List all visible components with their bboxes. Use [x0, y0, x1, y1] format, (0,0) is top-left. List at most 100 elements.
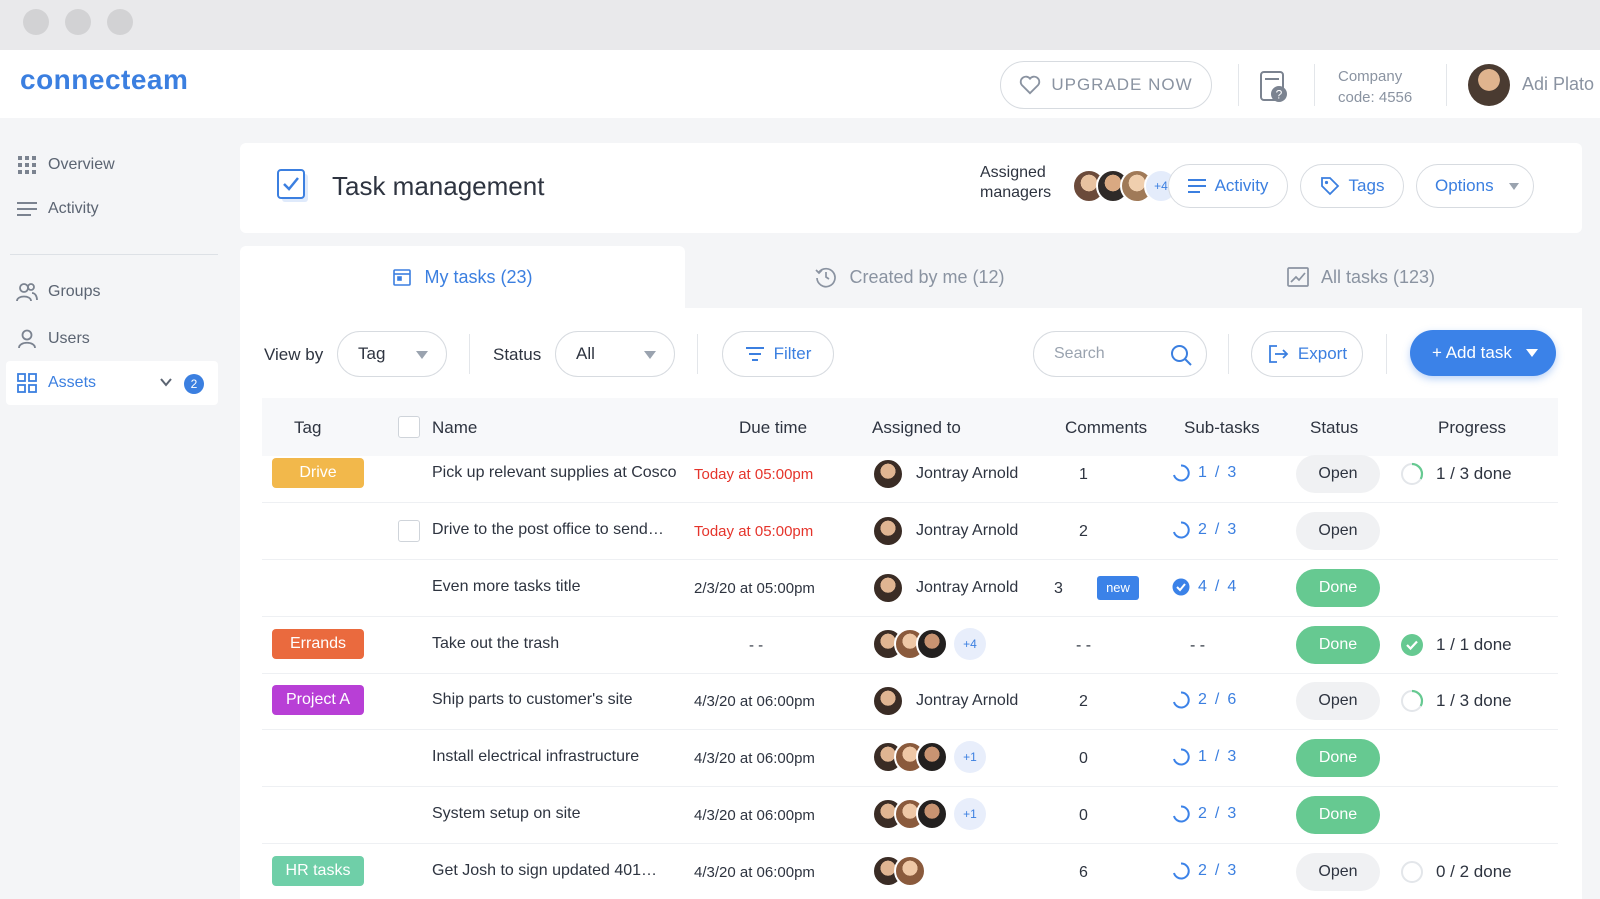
check-circle-icon: [1172, 578, 1190, 596]
tab-created-by-me[interactable]: Created by me (12): [690, 246, 1130, 308]
task-name[interactable]: Drive to the post office to send…: [432, 521, 664, 539]
toolbar-divider: [469, 334, 470, 374]
comments-count[interactable]: - -: [1076, 637, 1091, 655]
status-badge[interactable]: Done: [1296, 569, 1380, 607]
assets-icon: [16, 372, 38, 394]
chevron-down-icon[interactable]: [157, 373, 175, 391]
comments-count[interactable]: 1: [1079, 466, 1088, 484]
subtasks-count[interactable]: 1 / 3: [1172, 748, 1236, 766]
column-name[interactable]: Name: [432, 418, 477, 438]
column-assigned-to[interactable]: Assigned to: [872, 418, 961, 438]
caret-down-icon[interactable]: [1526, 349, 1538, 357]
progress-label: 1 / 3 done: [1436, 691, 1512, 710]
tag-badge[interactable]: Drive: [272, 458, 364, 488]
assignee[interactable]: Jontray Arnold: [872, 458, 1018, 490]
comments-count[interactable]: 2: [1079, 523, 1088, 541]
sidebar-item-overview[interactable]: Overview: [6, 143, 218, 187]
task-name[interactable]: System setup on site: [432, 805, 581, 823]
comments-count[interactable]: 6: [1079, 864, 1088, 882]
tag-badge[interactable]: Errands: [272, 629, 364, 659]
assignee-name: Jontray Arnold: [916, 692, 1019, 709]
activity-button[interactable]: Activity: [1168, 164, 1288, 208]
user-avatar[interactable]: [1468, 64, 1510, 106]
window-maximize-button[interactable]: [107, 9, 133, 35]
add-task-button[interactable]: + Add task: [1410, 330, 1556, 376]
user-name[interactable]: Adi Plato: [1522, 74, 1594, 95]
options-dropdown[interactable]: Options: [1416, 164, 1534, 208]
task-name[interactable]: Pick up relevant supplies at Cosco: [432, 464, 677, 482]
tag-badge[interactable]: HR tasks: [272, 856, 364, 886]
select-all-checkbox[interactable]: [398, 416, 420, 438]
table-row[interactable]: Even more tasks title 2/3/20 at 05:00pm Jo…: [262, 560, 1558, 617]
window-minimize-button[interactable]: [65, 9, 91, 35]
comments-count[interactable]: 3: [1054, 580, 1063, 598]
sidebar-item-groups[interactable]: Groups: [6, 270, 218, 314]
calendar-icon: [393, 269, 412, 286]
help-center-icon[interactable]: ?: [1259, 70, 1289, 104]
tab-my-tasks[interactable]: My tasks (23): [240, 246, 685, 308]
tag-badge[interactable]: Project A: [272, 685, 364, 715]
subtasks-count[interactable]: 2 / 3: [1172, 805, 1236, 823]
task-name[interactable]: Ship parts to customer's site: [432, 691, 632, 709]
more-assignees-chip[interactable]: +1: [954, 798, 986, 830]
app-logo[interactable]: connecteam: [20, 64, 188, 96]
status-badge[interactable]: Open: [1296, 853, 1380, 891]
search-icon[interactable]: [1170, 344, 1192, 366]
task-name[interactable]: Get Josh to sign updated 401…: [432, 862, 657, 880]
column-progress[interactable]: Progress: [1438, 418, 1506, 438]
table-row[interactable]: Drive Pick up relevant supplies at Cosco T…: [262, 446, 1558, 503]
tags-button[interactable]: Tags: [1300, 164, 1404, 208]
table-row[interactable]: HR tasks Get Josh to sign updated 401… 4/3…: [262, 844, 1558, 899]
comments-count[interactable]: 0: [1079, 807, 1088, 825]
subtasks-count[interactable]: 2 / 6: [1172, 691, 1236, 709]
table-row[interactable]: System setup on site 4/3/20 at 06:00pm +1 0…: [262, 787, 1558, 844]
filter-button[interactable]: Filter: [722, 331, 834, 377]
tab-all-tasks[interactable]: All tasks (123): [1140, 246, 1582, 308]
table-row[interactable]: Install electrical infrastructure 4/3/20 …: [262, 730, 1558, 787]
subtasks-count[interactable]: 1 / 3: [1172, 464, 1236, 482]
status-badge[interactable]: Open: [1296, 455, 1380, 493]
column-sub-tasks[interactable]: Sub-tasks: [1184, 418, 1260, 438]
sidebar-item-activity[interactable]: Activity: [6, 187, 218, 231]
sidebar-item-users[interactable]: Users: [6, 317, 218, 361]
task-name[interactable]: Take out the trash: [432, 635, 559, 653]
assignee[interactable]: Jontray Arnold: [872, 515, 1018, 547]
comments-count[interactable]: 0: [1079, 750, 1088, 768]
assignee-group[interactable]: +1: [872, 741, 986, 773]
assignee[interactable]: Jontray Arnold: [872, 685, 1018, 717]
comments-count[interactable]: 2: [1079, 693, 1088, 711]
status-badge[interactable]: Open: [1296, 682, 1380, 720]
status-select[interactable]: All: [555, 331, 675, 377]
column-due-time[interactable]: Due time: [739, 418, 807, 438]
view-by-select[interactable]: Tag: [337, 331, 447, 377]
assignee-group[interactable]: [872, 855, 926, 887]
table-row[interactable]: Drive to the post office to send… Today a…: [262, 503, 1558, 560]
window-close-button[interactable]: [23, 9, 49, 35]
more-assignees-chip[interactable]: +1: [954, 741, 986, 773]
column-comments[interactable]: Comments: [1065, 418, 1147, 438]
subtasks-count[interactable]: 4 / 4: [1172, 578, 1236, 596]
status-badge[interactable]: Open: [1296, 512, 1380, 550]
table-row[interactable]: Errands Take out the trash - - +4 - - - - Done…: [262, 617, 1558, 674]
upgrade-now-button[interactable]: UPGRADE NOW: [1000, 61, 1212, 109]
sidebar-divider: [10, 254, 218, 255]
assignee-group[interactable]: +1: [872, 798, 986, 830]
assignee[interactable]: Jontray Arnold: [872, 572, 1018, 604]
task-name[interactable]: Install electrical infrastructure: [432, 748, 639, 766]
assigned-managers-avatars[interactable]: +4: [1072, 169, 1178, 203]
column-tag[interactable]: Tag: [294, 418, 321, 438]
search-input[interactable]: Search: [1033, 331, 1207, 377]
subtasks-count[interactable]: 2 / 3: [1172, 521, 1236, 539]
more-assignees-chip[interactable]: +4: [954, 628, 986, 660]
status-badge[interactable]: Done: [1296, 796, 1380, 834]
task-name[interactable]: Even more tasks title: [432, 578, 581, 596]
column-status[interactable]: Status: [1310, 418, 1358, 438]
status-badge[interactable]: Done: [1296, 626, 1380, 664]
subtasks-count[interactable]: 2 / 3: [1172, 862, 1236, 880]
row-checkbox[interactable]: [398, 520, 420, 542]
sidebar-item-assets[interactable]: Assets 2: [6, 361, 218, 405]
assignee-group[interactable]: +4: [872, 628, 986, 660]
export-button[interactable]: Export: [1251, 331, 1363, 377]
status-badge[interactable]: Done: [1296, 739, 1380, 777]
table-row[interactable]: Project A Ship parts to customer's site 4/…: [262, 673, 1558, 730]
